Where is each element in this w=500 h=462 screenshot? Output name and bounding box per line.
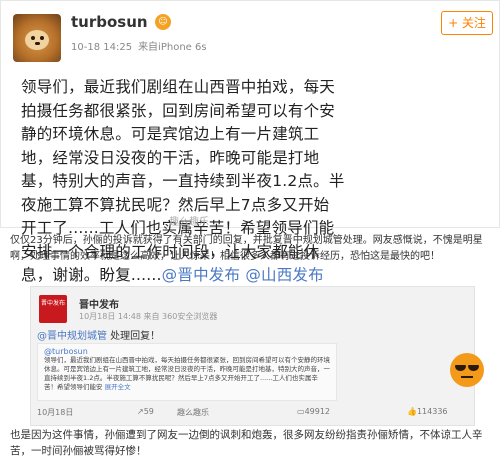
post-line: 地，经常没日没夜的干活，昨晚可能是打地 xyxy=(21,148,320,167)
weibo-post-card: turbosun ☺ 10-18 14:25 来自iPhone 6s + 关注 领… xyxy=(0,0,500,284)
watermark: 趣么趣乐 xyxy=(169,217,209,228)
inner-reply-text: 处理回复！ xyxy=(107,331,161,342)
repost-count-value: 59 xyxy=(143,407,154,416)
article-bottom-text: 也是因为这件事情，孙俪遭到了网友一边倒的讽刺和炮轰，很多网友纷纷指责孙俪矫情，不… xyxy=(10,429,483,457)
expand-full-link[interactable]: 展开全文 xyxy=(105,383,131,391)
like-count-value: 114336 xyxy=(416,407,448,416)
mention-guihua[interactable]: @晋中规划城管 xyxy=(37,331,107,342)
repost-screenshot: 晋中发布 晋中发布 10月18日 14:48 来自 360安全浏览器 @晋中规划… xyxy=(30,286,475,426)
inner-source: 来自 360安全浏览器 xyxy=(143,312,218,321)
post-line: 基，特别大的声音，一直持续到半夜1.2点。半 xyxy=(21,172,345,190)
comment-count-value: 49912 xyxy=(304,407,331,416)
repost-count[interactable]: ↗ 59 xyxy=(137,407,154,416)
follow-button[interactable]: + 关注 xyxy=(441,11,493,35)
inner-avatar[interactable]: 晋中发布 xyxy=(39,295,67,323)
post-line: 夜施工算不算扰民呢？然后早上7点多又开始 xyxy=(21,195,330,214)
like-count[interactable]: 👍 114336 xyxy=(407,407,448,416)
inner-reply: @晋中规划城管 处理回复！ xyxy=(37,327,160,342)
comment-count[interactable]: ▭ 49912 xyxy=(297,407,330,416)
quoted-post[interactable]: @turbosun 领导们，最近我们剧组在山西晋中拍戏，每天拍摄任务都很紧张，回… xyxy=(37,343,337,401)
emoji-glass-right xyxy=(468,365,479,371)
emoji-mouth xyxy=(461,376,473,378)
smiley-badge-icon: ☺ xyxy=(155,14,171,30)
quoted-text: 领导们，最近我们剧组在山西晋中拍戏，每天拍摄任务都很紧张，回到房间希望可以有个安… xyxy=(44,356,330,391)
post-line-last: 息，谢谢。盼复......@晋中发布 @山西发布 xyxy=(21,264,500,288)
quoted-username[interactable]: @turbosun xyxy=(44,347,330,356)
mention-shanxi[interactable]: @山西发布 xyxy=(245,266,324,284)
post-line: 领导们，最近我们剧组在山西晋中拍戏，每天 xyxy=(21,78,336,96)
post-line: 拍摄任务都很紧张，回到房间希望可以有个安 xyxy=(21,101,336,120)
sunglasses-emoji-icon xyxy=(450,353,484,387)
mention-jinzhong[interactable]: @晋中发布 xyxy=(162,266,241,284)
avatar-nose xyxy=(35,42,40,45)
article-caption: 仅仅23分钟后，孙俪的投诉就获得了有关部门的回复，并批复晋中规划城管处理。网友感… xyxy=(10,235,483,262)
stats-time: 10月18日 xyxy=(37,408,74,417)
post-time[interactable]: 10-18 14:25 xyxy=(71,42,132,53)
post-meta: 10-18 14:25 来自iPhone 6s xyxy=(71,38,207,53)
username[interactable]: turbosun xyxy=(71,13,148,31)
avatar-eye-left xyxy=(31,36,35,40)
post-line-text: 息，谢谢。盼复...... xyxy=(21,266,162,284)
emoji-glass-left xyxy=(455,365,466,371)
inner-meta: 10月18日 14:48 来自 360安全浏览器 xyxy=(79,311,217,322)
avatar-face xyxy=(25,30,49,50)
post-line: 静的环境休息。可是宾馆边上有一片建筑工 xyxy=(21,125,320,143)
avatar[interactable] xyxy=(13,14,61,62)
inner-username[interactable]: 晋中发布 xyxy=(79,296,119,311)
avatar-eye-right xyxy=(40,36,44,40)
inner-time[interactable]: 10月18日 14:48 xyxy=(79,312,141,321)
post-source: 来自iPhone 6s xyxy=(138,42,207,53)
watermark-inner: 趣么趣乐 xyxy=(177,408,209,417)
